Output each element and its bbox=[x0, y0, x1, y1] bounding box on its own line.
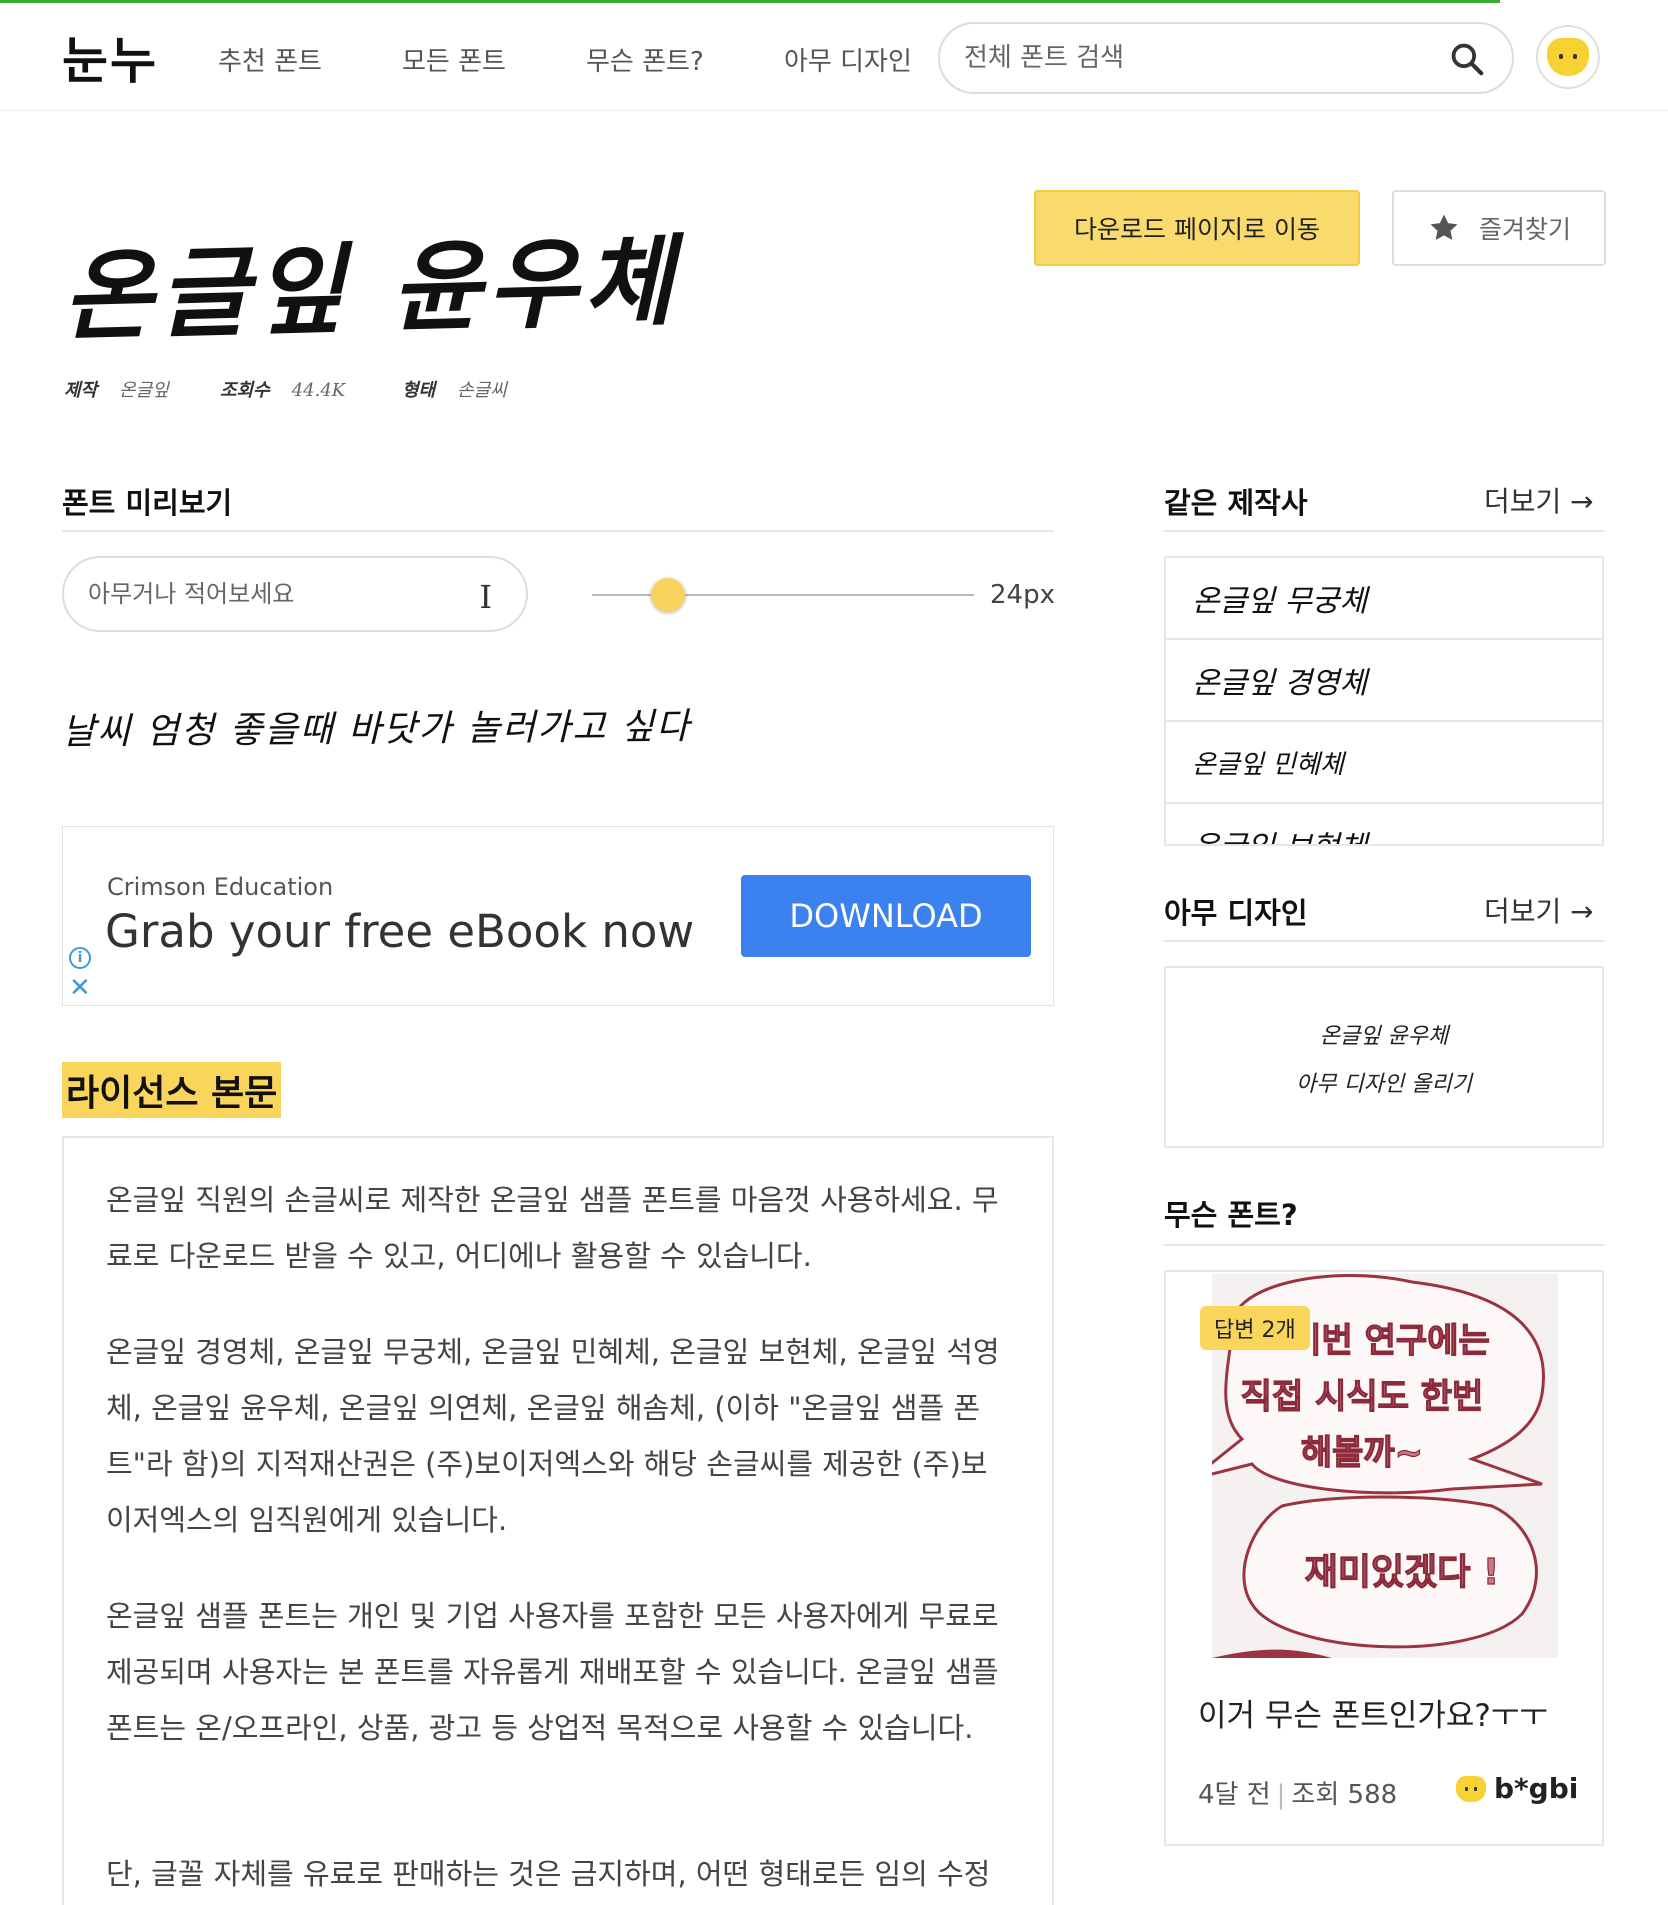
meta-maker-value[interactable]: 온글잎 bbox=[119, 380, 169, 401]
user-avatar[interactable] bbox=[1536, 25, 1600, 89]
question-card[interactable]: 이번 연구에는 직접 시식도 한번 해볼까~ 재미있겠다 ! 답변 2개 이거 … bbox=[1164, 1270, 1604, 1846]
preview-heading: 폰트 미리보기 bbox=[62, 486, 233, 520]
maker-font-item[interactable]: 온글잎 보현체 bbox=[1166, 804, 1602, 844]
font-size-value: 24px bbox=[990, 580, 1055, 610]
meta-type-value: 손글씨 bbox=[457, 380, 507, 401]
what-font-heading: 무슨 폰트? bbox=[1164, 1198, 1298, 1232]
question-views: 조회 588 bbox=[1291, 1780, 1398, 1810]
license-paragraph: 단, 글꼴 자체를 유료로 판매하는 것은 금지하며, 어떤 형태로든 임의 수… bbox=[106, 1857, 991, 1891]
image-text-line: 해볼까~ bbox=[1301, 1433, 1423, 1473]
any-design-more-link[interactable]: 더보기 → bbox=[1484, 890, 1594, 930]
any-design-card[interactable]: 온글잎 윤우체 아무 디자인 올리기 bbox=[1164, 966, 1604, 1148]
answer-count-badge: 답변 2개 bbox=[1200, 1306, 1310, 1350]
meta-maker-label: 제작 bbox=[64, 380, 98, 401]
license-paragraph: 온글잎 샘플 폰트는 개인 및 기업 사용자를 포함한 모든 사용자에게 무료로… bbox=[106, 1599, 999, 1745]
preview-input-box: I bbox=[62, 556, 528, 632]
what-font-divider bbox=[1164, 1244, 1604, 1246]
star-icon bbox=[1430, 214, 1458, 241]
top-header: 눈누 추천 폰트 모든 폰트 무슨 폰트? 아무 디자인 bbox=[0, 3, 1668, 111]
maker-font-item[interactable]: 온글잎 무궁체 bbox=[1166, 558, 1602, 640]
same-maker-list: 온글잎 무궁체 온글잎 경영체 온글잎 민혜체 온글잎 보현체 bbox=[1164, 556, 1604, 846]
search-input[interactable] bbox=[964, 38, 1434, 78]
favorite-button[interactable]: 즐겨찾기 bbox=[1392, 190, 1606, 266]
font-size-slider-track[interactable] bbox=[592, 594, 974, 596]
preview-text-input[interactable] bbox=[88, 576, 468, 612]
license-paragraph: 온글잎 경영체, 온글잎 무궁체, 온글잎 민혜체, 온글잎 보현체, 온글잎 … bbox=[106, 1335, 1000, 1537]
question-meta: 4달 전 | 조회 588 bbox=[1198, 1780, 1398, 1810]
license-body: 온글잎 직원의 손글씨로 제작한 온글잎 샘플 폰트를 마음껏 사용하세요. 무… bbox=[62, 1136, 1054, 1905]
ad-brand: Crimson Education bbox=[107, 873, 334, 901]
question-title[interactable]: 이거 무슨 폰트인가요?ㅜㅜ bbox=[1198, 1690, 1548, 1735]
preview-divider bbox=[62, 530, 1054, 532]
design-card-upload-text: 아무 디자인 올리기 bbox=[1296, 1072, 1472, 1097]
any-design-heading: 아무 디자인 bbox=[1164, 896, 1308, 930]
ad-title: Grab your free eBook now bbox=[105, 905, 695, 958]
meta-views-label: 조회수 bbox=[220, 380, 270, 401]
same-maker-more-link[interactable]: 더보기 → bbox=[1484, 480, 1594, 520]
text-cursor-icon: I bbox=[479, 578, 492, 616]
font-title: 온글잎 윤우체 bbox=[60, 223, 681, 356]
author-name: b*gbi bbox=[1494, 1772, 1579, 1805]
search-box bbox=[938, 22, 1514, 94]
download-page-button[interactable]: 다운로드 페이지로 이동 bbox=[1034, 190, 1360, 266]
license-paragraph: 온글잎 직원의 손글씨로 제작한 온글잎 샘플 폰트를 마음껏 사용하세요. 무… bbox=[106, 1183, 999, 1273]
site-logo[interactable]: 눈누 bbox=[62, 21, 158, 93]
design-card-font-name: 온글잎 윤우체 bbox=[1319, 1024, 1449, 1049]
ad-banner[interactable]: Crimson Education Grab your free eBook n… bbox=[62, 826, 1054, 1006]
nav-recommended-fonts[interactable]: 추천 폰트 bbox=[218, 41, 322, 78]
ad-info-icon[interactable]: i bbox=[69, 947, 91, 969]
meta-views: 조회수 44.4K bbox=[220, 376, 345, 402]
ad-download-button[interactable]: DOWNLOAD bbox=[741, 875, 1031, 957]
meta-views-value: 44.4K bbox=[291, 380, 346, 401]
image-text-line: 이번 연구에는 bbox=[1290, 1321, 1490, 1361]
maker-font-item[interactable]: 온글잎 민혜체 bbox=[1166, 722, 1602, 804]
license-heading: 라이선스 본문 bbox=[62, 1062, 282, 1118]
question-time: 4달 전 bbox=[1198, 1780, 1271, 1810]
font-size-slider-thumb[interactable] bbox=[651, 578, 686, 612]
same-maker-heading: 같은 제작사 bbox=[1164, 486, 1308, 520]
nav-all-fonts[interactable]: 모든 폰트 bbox=[402, 41, 506, 78]
meta-maker: 제작 온글잎 bbox=[64, 376, 169, 402]
maker-font-item[interactable]: 온글잎 경영체 bbox=[1166, 640, 1602, 722]
meta-type-label: 형태 bbox=[402, 380, 436, 401]
avatar-face-icon bbox=[1547, 38, 1589, 76]
same-maker-divider bbox=[1164, 530, 1604, 532]
nav-any-design[interactable]: 아무 디자인 bbox=[784, 41, 912, 78]
preview-sample-text: 날씨 엄청 좋을때 바닷가 놀러가고 싶다 bbox=[61, 706, 692, 753]
image-text-line: 재미있겠다 ! bbox=[1305, 1552, 1500, 1593]
meta-type: 형태 손글씨 bbox=[402, 376, 507, 402]
image-text-line: 직접 시식도 한번 bbox=[1241, 1377, 1484, 1417]
favorite-label: 즐겨찾기 bbox=[1478, 215, 1571, 244]
question-author[interactable]: b*gbi bbox=[1456, 1772, 1578, 1805]
ad-close-icon[interactable]: ✕ bbox=[69, 975, 91, 1001]
author-avatar-icon bbox=[1456, 1775, 1486, 1802]
search-icon[interactable] bbox=[1448, 40, 1486, 78]
any-design-divider bbox=[1164, 940, 1604, 942]
nav-what-font[interactable]: 무슨 폰트? bbox=[586, 41, 704, 78]
